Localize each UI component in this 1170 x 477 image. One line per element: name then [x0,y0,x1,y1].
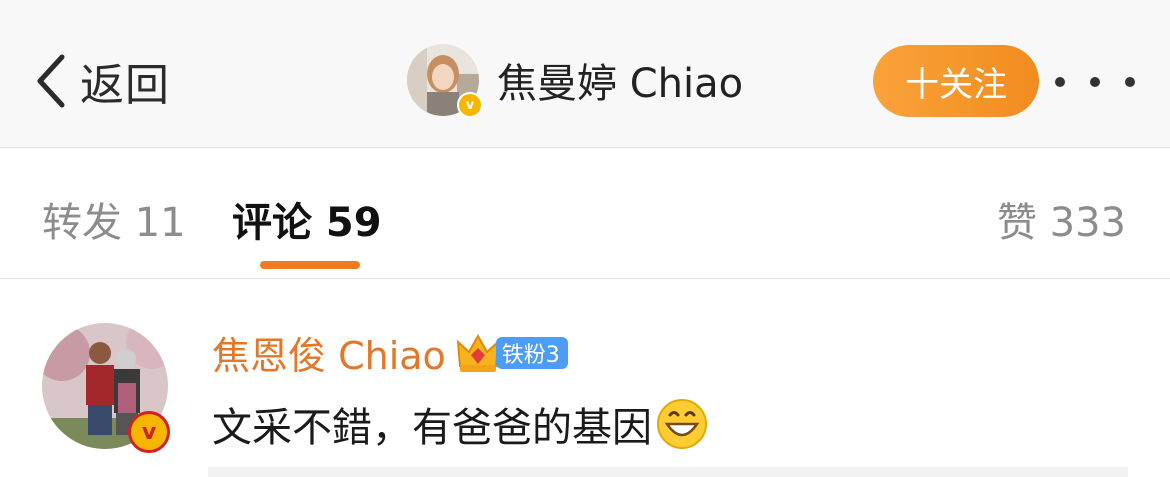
verified-icon: v [128,411,170,453]
tab-like[interactable]: 赞 333 [997,190,1126,248]
chevron-left-icon [37,54,65,108]
top-nav-bar: 返回 v 焦曼婷 Chiao 十关注 [0,0,1170,148]
more-dot-icon [1090,77,1100,87]
fan-level-badge[interactable]: 铁粉3 [495,336,568,369]
grinning-face-emoji-icon [657,399,707,449]
comment-text: 文采不錯，有爸爸的基因 [212,405,652,451]
back-label: 返回 [80,60,170,111]
comment-header: 焦恩俊 Chiao 铁粉3 [212,325,568,380]
comment-text-row: 文采不錯，有爸爸的基因 [212,395,708,453]
follow-button[interactable]: 十关注 [873,45,1039,117]
crown-icon [456,333,500,372]
verified-icon: v [457,92,483,118]
profile-avatar-wrapper[interactable]: v [407,44,483,118]
comment-author-name[interactable]: 焦恩俊 Chiao [212,325,446,380]
more-dot-icon [1125,77,1135,87]
tab-comment[interactable]: 评论 59 [232,190,382,248]
comment-avatar-wrapper[interactable]: v [42,323,170,453]
tab-bar: 转发 11 评论 59 赞 333 [0,148,1170,279]
reply-preview-bar[interactable] [208,467,1128,477]
back-button[interactable]: 返回 [32,48,170,114]
more-dot-icon [1055,77,1065,87]
comment-item: v 焦恩俊 Chiao 铁粉3 文采不錯，有爸爸的基因 [0,279,1170,477]
profile-name[interactable]: 焦曼婷 Chiao [497,51,743,109]
tab-repost[interactable]: 转发 11 [42,190,186,248]
active-tab-indicator [260,261,360,269]
more-options-button[interactable] [1055,62,1135,102]
profile-header[interactable]: v 焦曼婷 Chiao [407,44,743,118]
